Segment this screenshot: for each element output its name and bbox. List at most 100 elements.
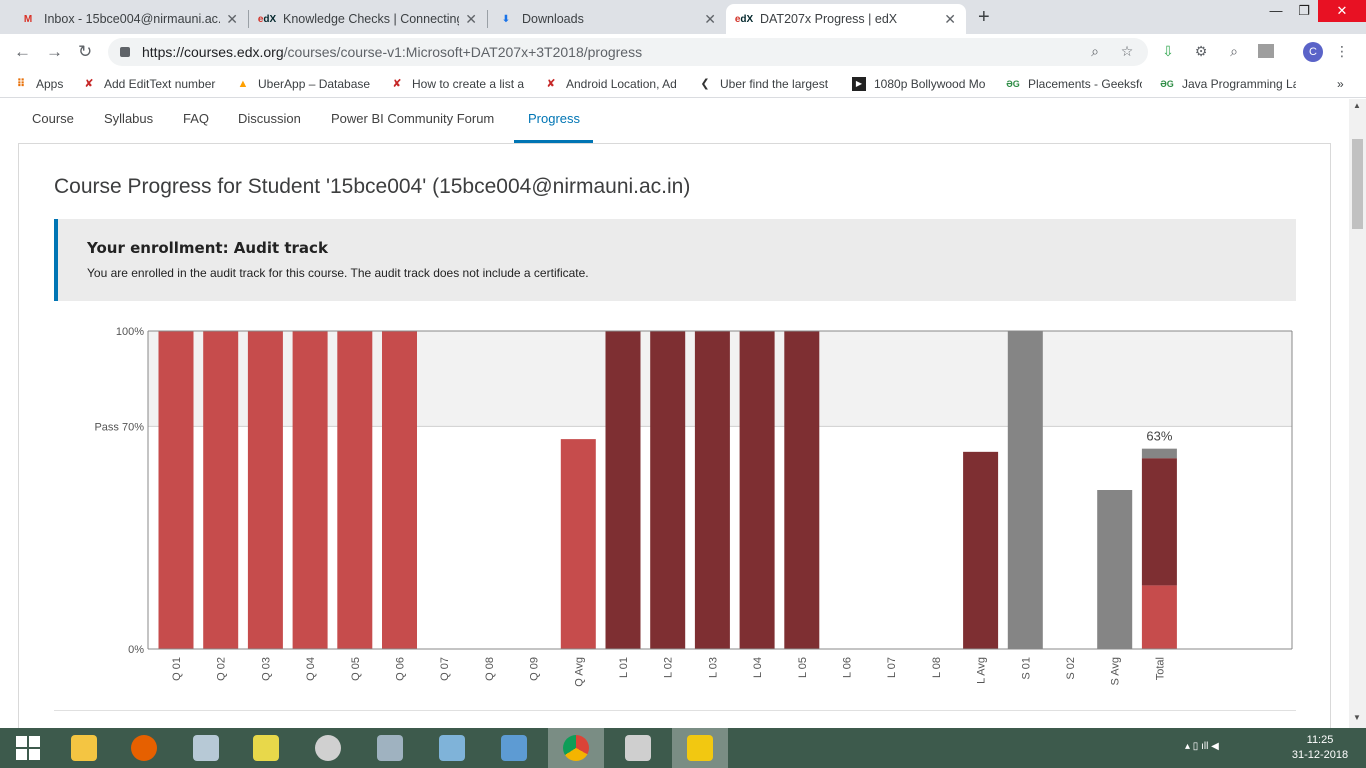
bookmark-apps[interactable]: ⠿ Apps xyxy=(14,76,74,92)
bookmark-item[interactable]: ✘ Add EditText number xyxy=(82,76,222,92)
bookmark-item[interactable]: ▶ 1080p Bollywood Mo xyxy=(852,76,988,92)
bookmark-item[interactable]: ✘ Android Location, Ad xyxy=(544,76,680,92)
bookmark-item[interactable]: ✘ How to create a list a xyxy=(390,76,526,92)
tab-power-bi-forum[interactable]: Power BI Community Forum xyxy=(331,111,494,126)
clock[interactable]: 11:25 31-12-2018 xyxy=(1284,733,1356,763)
profile-avatar[interactable]: C xyxy=(1303,42,1323,62)
bookmark-label: Java Programming La xyxy=(1182,77,1296,91)
clock-time: 11:25 xyxy=(1306,734,1334,746)
tab-downloads[interactable]: ⬇ Downloads ✕ xyxy=(488,4,726,34)
close-tab-icon[interactable]: ✕ xyxy=(704,11,716,28)
edx-icon: e dX xyxy=(257,13,277,25)
bookmark-label: Add EditText number xyxy=(104,77,216,91)
windows-start-icon[interactable] xyxy=(0,728,56,768)
lock-icon xyxy=(120,47,130,57)
url-path: /courses/course-v1:Microsoft+DAT207x+3T2… xyxy=(283,44,643,60)
firefox-icon[interactable] xyxy=(116,728,172,768)
clock-date: 31-12-2018 xyxy=(1291,749,1349,761)
calculator-icon[interactable] xyxy=(362,728,418,768)
bookmark-label: 1080p Bollywood Mo xyxy=(874,77,986,91)
task-manager-icon[interactable] xyxy=(178,728,234,768)
bookmarks-overflow-button[interactable]: » xyxy=(1337,76,1351,92)
bar-l-01 xyxy=(605,331,641,649)
x-tick-label: Q 08 xyxy=(484,657,496,681)
tab-discussion[interactable]: Discussion xyxy=(238,111,301,126)
new-tab-button[interactable]: + xyxy=(978,6,990,29)
bookmark-star-icon[interactable]: ☆ xyxy=(1119,43,1135,59)
bar-q-02 xyxy=(203,331,239,649)
tab-course[interactable]: Course xyxy=(32,111,74,126)
tab-progress[interactable]: Progress xyxy=(528,111,580,126)
bar-q-06 xyxy=(382,331,417,649)
tab-faq[interactable]: FAQ xyxy=(183,111,209,126)
control-panel-icon[interactable] xyxy=(486,728,542,768)
bar-q-03 xyxy=(247,331,283,649)
x-tick-label: Q 06 xyxy=(395,657,407,681)
x-tick-label: L 02 xyxy=(663,657,675,678)
total-bar-segment-q xyxy=(1141,585,1177,649)
snipping-tool-icon[interactable] xyxy=(300,728,356,768)
firebase-icon: ▲ xyxy=(237,78,249,90)
bookmark-item[interactable]: ƏG Placements - Geeksfo xyxy=(1006,76,1142,92)
x-tick-label: L 05 xyxy=(797,657,809,678)
code-icon: ❮ xyxy=(700,78,710,90)
extension-gray-icon[interactable] xyxy=(1258,44,1274,58)
bookmark-item[interactable]: ƏG Java Programming La xyxy=(1160,76,1296,92)
tab-knowledge-checks[interactable]: e dX Knowledge Checks | Connecting ✕ xyxy=(249,4,487,34)
x-tick-label: Q 04 xyxy=(305,657,317,681)
x-logo-icon: ✘ xyxy=(392,78,402,90)
close-tab-icon[interactable]: ✕ xyxy=(465,11,477,28)
course-navigation: Course Syllabus FAQ Discussion Power BI … xyxy=(0,99,1349,143)
total-value-label: 63% xyxy=(1146,429,1172,444)
total-bar-segment-s xyxy=(1141,448,1177,459)
forward-arrow-icon[interactable]: → xyxy=(46,42,63,62)
tab-title: Knowledge Checks | Connecting xyxy=(283,12,460,26)
restore-icon[interactable]: ❐ xyxy=(1290,0,1318,22)
close-tab-icon[interactable]: ✕ xyxy=(226,11,238,28)
extension-inbox-icon[interactable]: ⇩ xyxy=(1160,43,1176,59)
scrollbar-thumb[interactable] xyxy=(1352,139,1363,229)
bookmarks-bar: ⠿ Apps ✘ Add EditText number ▲ UberApp –… xyxy=(0,70,1366,98)
minimize-icon[interactable]: — xyxy=(1262,0,1290,22)
scroll-up-arrow-icon[interactable]: ▲ xyxy=(1353,101,1361,110)
extension-magnifier-icon[interactable]: ⌕ xyxy=(1226,43,1242,59)
file-explorer-icon[interactable] xyxy=(56,728,112,768)
bar-l-05 xyxy=(784,331,820,649)
x-tick-label: S 01 xyxy=(1020,657,1032,680)
power-bi-icon[interactable] xyxy=(672,728,728,768)
scroll-down-arrow-icon[interactable]: ▼ xyxy=(1353,713,1361,722)
notepad-icon[interactable] xyxy=(424,728,480,768)
address-bar[interactable]: https://courses.edx.org/courses/course-v… xyxy=(108,38,1148,66)
gmail-icon: M xyxy=(23,13,33,25)
bookmark-item[interactable]: ❮ Uber find the largest xyxy=(698,76,834,92)
tab-syllabus[interactable]: Syllabus xyxy=(104,111,153,126)
tab-dat207x-progress[interactable]: e dX DAT207x Progress | edX ✕ xyxy=(726,4,966,34)
download-icon: ⬇ xyxy=(501,13,511,25)
total-bar-segment-l xyxy=(1141,458,1177,586)
back-arrow-icon[interactable]: ← xyxy=(14,42,31,62)
system-tray-icons[interactable]: ▴ ▯ ıll ◀ xyxy=(1185,741,1219,752)
vertical-scrollbar[interactable]: ▲ ▼ xyxy=(1349,99,1366,728)
reload-icon[interactable]: ↻ xyxy=(78,42,92,62)
bar-l-04 xyxy=(739,331,775,649)
close-window-icon[interactable]: ✕ xyxy=(1318,0,1366,22)
x-tick-label: Q 03 xyxy=(260,657,272,681)
sticky-notes-icon[interactable] xyxy=(238,728,294,768)
x-tick-label: S Avg xyxy=(1110,657,1122,686)
url-text[interactable]: https://courses.edx.org/courses/course-v… xyxy=(142,44,642,60)
tab-gmail-inbox[interactable]: M Inbox - 15bce004@nirmauni.ac.in ✕ xyxy=(10,4,248,34)
extension-bike-icon[interactable]: ⚙ xyxy=(1193,43,1209,59)
page-viewport: Course Syllabus FAQ Discussion Power BI … xyxy=(0,99,1349,728)
chrome-icon[interactable] xyxy=(548,728,604,768)
x-tick-label: L 08 xyxy=(931,657,943,678)
bookmark-label: Uber find the largest xyxy=(720,77,829,91)
search-icon[interactable]: ⌕ xyxy=(1087,43,1103,59)
x-tick-label: L 04 xyxy=(752,657,764,678)
x-tick-label: Q Avg xyxy=(573,657,585,687)
x-logo-icon: ✘ xyxy=(84,78,94,90)
close-tab-icon[interactable]: ✕ xyxy=(944,11,956,28)
bookmark-item[interactable]: ▲ UberApp – Database xyxy=(236,76,372,92)
x-tick-label: Q 09 xyxy=(529,657,541,681)
more-menu-icon[interactable]: ⋮ xyxy=(1334,43,1350,59)
keyboard-icon[interactable] xyxy=(610,728,666,768)
